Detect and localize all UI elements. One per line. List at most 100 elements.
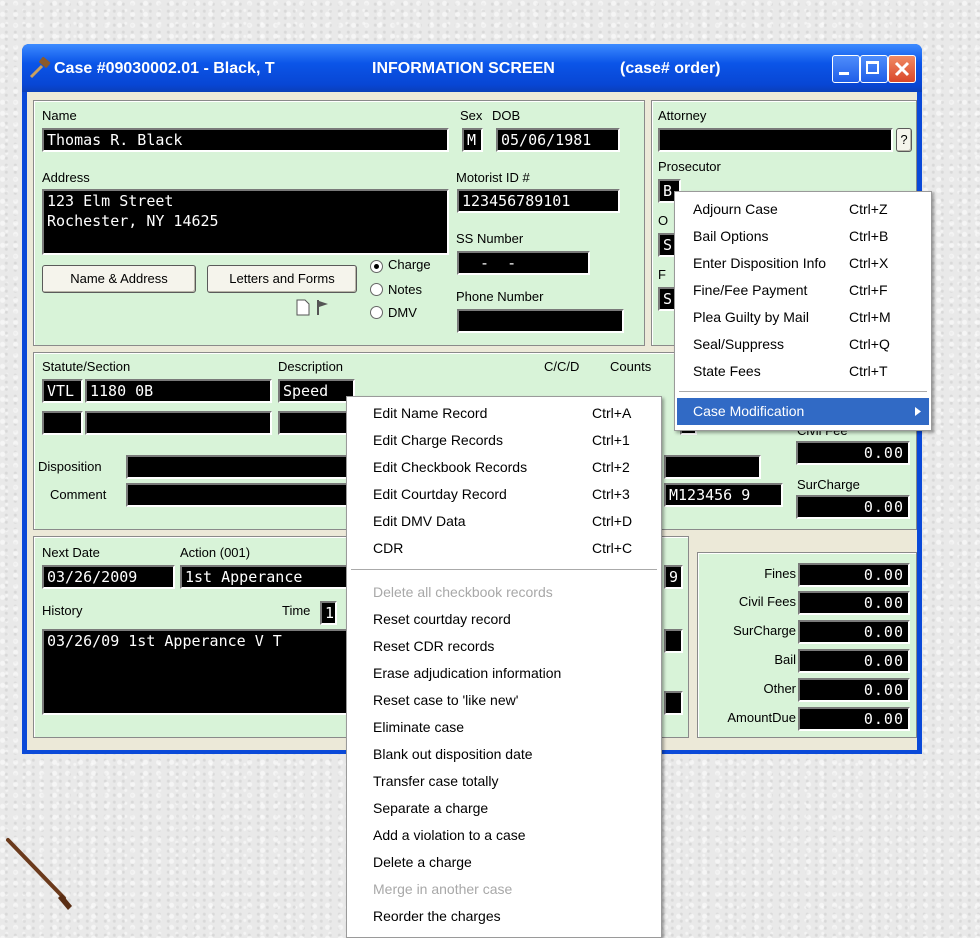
flag-icon[interactable] <box>316 299 330 316</box>
maximize-button[interactable] <box>860 55 888 83</box>
gavel-decoration <box>6 810 86 920</box>
dob-field[interactable]: 05/06/1981 <box>496 128 620 152</box>
total-surcharge-label: SurCharge <box>733 623 796 638</box>
menu-item-label: Separate a charge <box>373 795 488 822</box>
menu-item-blank-disposition-date[interactable]: Blank out disposition date <box>347 741 661 768</box>
menu-item-cdr[interactable]: CDRCtrl+C <box>347 535 661 562</box>
menu-item-shortcut: Ctrl+A <box>592 400 631 427</box>
other-label: Other <box>763 681 796 696</box>
next-date-field[interactable]: 03/26/2009 <box>42 565 175 589</box>
menu-item-adjourn-case[interactable]: Adjourn CaseCtrl+Z <box>675 196 931 223</box>
menu-item-reset-courtday[interactable]: Reset courtday record <box>347 606 661 633</box>
statute-label: Statute/Section <box>42 359 130 374</box>
phone-field[interactable] <box>457 309 624 333</box>
amount-due-label: AmountDue <box>727 710 796 725</box>
menu-item-transfer-case[interactable]: Transfer case totally <box>347 768 661 795</box>
menu-item-shortcut: Ctrl+Q <box>849 331 890 358</box>
menu-item-edit-charge-records[interactable]: Edit Charge RecordsCtrl+1 <box>347 427 661 454</box>
description-label: Description <box>278 359 343 374</box>
disposition-field-right[interactable] <box>664 455 761 479</box>
menu-item-shortcut: Ctrl+F <box>849 277 888 304</box>
history-field[interactable]: 03/26/09 1st Apperance V T <box>42 629 359 715</box>
menu-item-case-modification[interactable]: Case Modification <box>677 398 929 425</box>
menu-item-eliminate-case[interactable]: Eliminate case <box>347 714 661 741</box>
menu-item-separate-charge[interactable]: Separate a charge <box>347 795 661 822</box>
name-address-button[interactable]: Name & Address <box>42 265 196 293</box>
comment-label: Comment <box>50 487 106 502</box>
document-icon[interactable] <box>296 299 310 316</box>
menu-item-bail-options[interactable]: Bail OptionsCtrl+B <box>675 223 931 250</box>
action-field[interactable]: 1st Apperance <box>180 565 353 589</box>
radio-notes[interactable] <box>370 283 383 296</box>
radio-charge[interactable] <box>370 260 383 273</box>
window-title: Case #09030002.01 - Black, T <box>54 60 275 78</box>
schedule-right-field-2[interactable] <box>664 629 683 653</box>
letters-forms-button[interactable]: Letters and Forms <box>207 265 357 293</box>
total-surcharge-field[interactable]: 0.00 <box>798 620 910 644</box>
menu-item-edit-courtday-record[interactable]: Edit Courtday RecordCtrl+3 <box>347 481 661 508</box>
menu-item-fine-fee-payment[interactable]: Fine/Fee Payment Ctrl+F <box>675 277 931 304</box>
schedule-right-field-3[interactable] <box>664 691 683 715</box>
title-bar: Case #09030002.01 - Black, T INFORMATION… <box>22 44 922 92</box>
menu-item-shortcut: Ctrl+M <box>849 304 891 331</box>
dob-label: DOB <box>492 108 520 123</box>
menu-item-delete-charge[interactable]: Delete a charge <box>347 849 661 876</box>
totals-panel: Fines 0.00 Civil Fees 0.00 SurCharge 0.0… <box>697 552 917 738</box>
menu-item-label: Case Modification <box>693 398 804 425</box>
menu-item-edit-name-record[interactable]: Edit Name RecordCtrl+A <box>347 400 661 427</box>
time-field[interactable]: 1 <box>320 601 337 625</box>
ss-number-field[interactable]: - - <box>457 251 590 275</box>
attorney-lookup-button[interactable]: ? <box>896 128 912 152</box>
sex-label: Sex <box>460 108 482 123</box>
disposition-field[interactable] <box>126 455 358 479</box>
comment-field[interactable] <box>126 483 358 507</box>
menu-item-label: Edit Checkbook Records <box>373 454 527 481</box>
code-field-2[interactable] <box>42 411 83 435</box>
ticket-field[interactable]: M123456 9 <box>664 483 783 507</box>
civil-fee-field[interactable]: 0.00 <box>796 441 910 465</box>
bail-field[interactable]: 0.00 <box>798 649 910 673</box>
menu-item-reset-like-new[interactable]: Reset case to 'like new' <box>347 687 661 714</box>
menu-item-delete-checkbook: Delete all checkbook records <box>347 579 661 606</box>
phone-label: Phone Number <box>456 289 543 304</box>
menu-item-enter-disposition[interactable]: Enter Disposition InfoCtrl+X <box>675 250 931 277</box>
schedule-right-field-1[interactable]: 9 <box>664 565 683 589</box>
address-line-2: Rochester, NY 14625 <box>47 211 447 231</box>
attorney-field[interactable] <box>658 128 893 152</box>
menu-item-reorder-charges[interactable]: Reorder the charges <box>347 903 661 930</box>
time-label: Time <box>282 603 310 618</box>
menu-item-edit-checkbook-records[interactable]: Edit Checkbook RecordsCtrl+2 <box>347 454 661 481</box>
description-field-2[interactable] <box>278 411 355 435</box>
menu-item-add-violation[interactable]: Add a violation to a case <box>347 822 661 849</box>
radio-dmv[interactable] <box>370 306 383 319</box>
menu-item-reset-cdr[interactable]: Reset CDR records <box>347 633 661 660</box>
name-field[interactable]: Thomas R. Black <box>42 128 449 152</box>
statute-field[interactable]: 1180 0B <box>85 379 272 403</box>
statute-field-2[interactable] <box>85 411 272 435</box>
menu-item-edit-dmv-data[interactable]: Edit DMV DataCtrl+D <box>347 508 661 535</box>
other-field[interactable]: 0.00 <box>798 678 910 702</box>
amount-due-field[interactable]: 0.00 <box>798 707 910 731</box>
close-button[interactable] <box>888 55 916 83</box>
motorist-id-field[interactable]: 123456789101 <box>457 189 620 213</box>
address-field[interactable]: 123 Elm Street Rochester, NY 14625 <box>42 189 449 255</box>
address-label: Address <box>42 170 90 185</box>
radio-dmv-label: DMV <box>388 305 417 320</box>
code-field[interactable]: VTL <box>42 379 83 403</box>
sex-field[interactable]: M <box>462 128 483 152</box>
prosecutor-label: Prosecutor <box>658 159 721 174</box>
menu-item-seal-suppress[interactable]: Seal/SuppressCtrl+Q <box>675 331 931 358</box>
fines-field[interactable]: 0.00 <box>798 563 910 587</box>
menu-item-label: Fine/Fee Payment <box>693 277 807 304</box>
case-modification-submenu: Edit Name RecordCtrl+A Edit Charge Recor… <box>346 396 662 938</box>
description-field[interactable]: Speed <box>278 379 355 403</box>
menu-item-plea-guilty-mail[interactable]: Plea Guilty by MailCtrl+M <box>675 304 931 331</box>
next-date-label: Next Date <box>42 545 100 560</box>
disposition-label: Disposition <box>38 459 102 474</box>
minimize-button[interactable] <box>832 55 860 83</box>
menu-item-state-fees[interactable]: State FeesCtrl+T <box>675 358 931 385</box>
menu-item-label: Adjourn Case <box>693 196 778 223</box>
surcharge-field[interactable]: 0.00 <box>796 495 910 519</box>
menu-item-erase-adjudication[interactable]: Erase adjudication information <box>347 660 661 687</box>
civil-fees-field[interactable]: 0.00 <box>798 591 910 615</box>
